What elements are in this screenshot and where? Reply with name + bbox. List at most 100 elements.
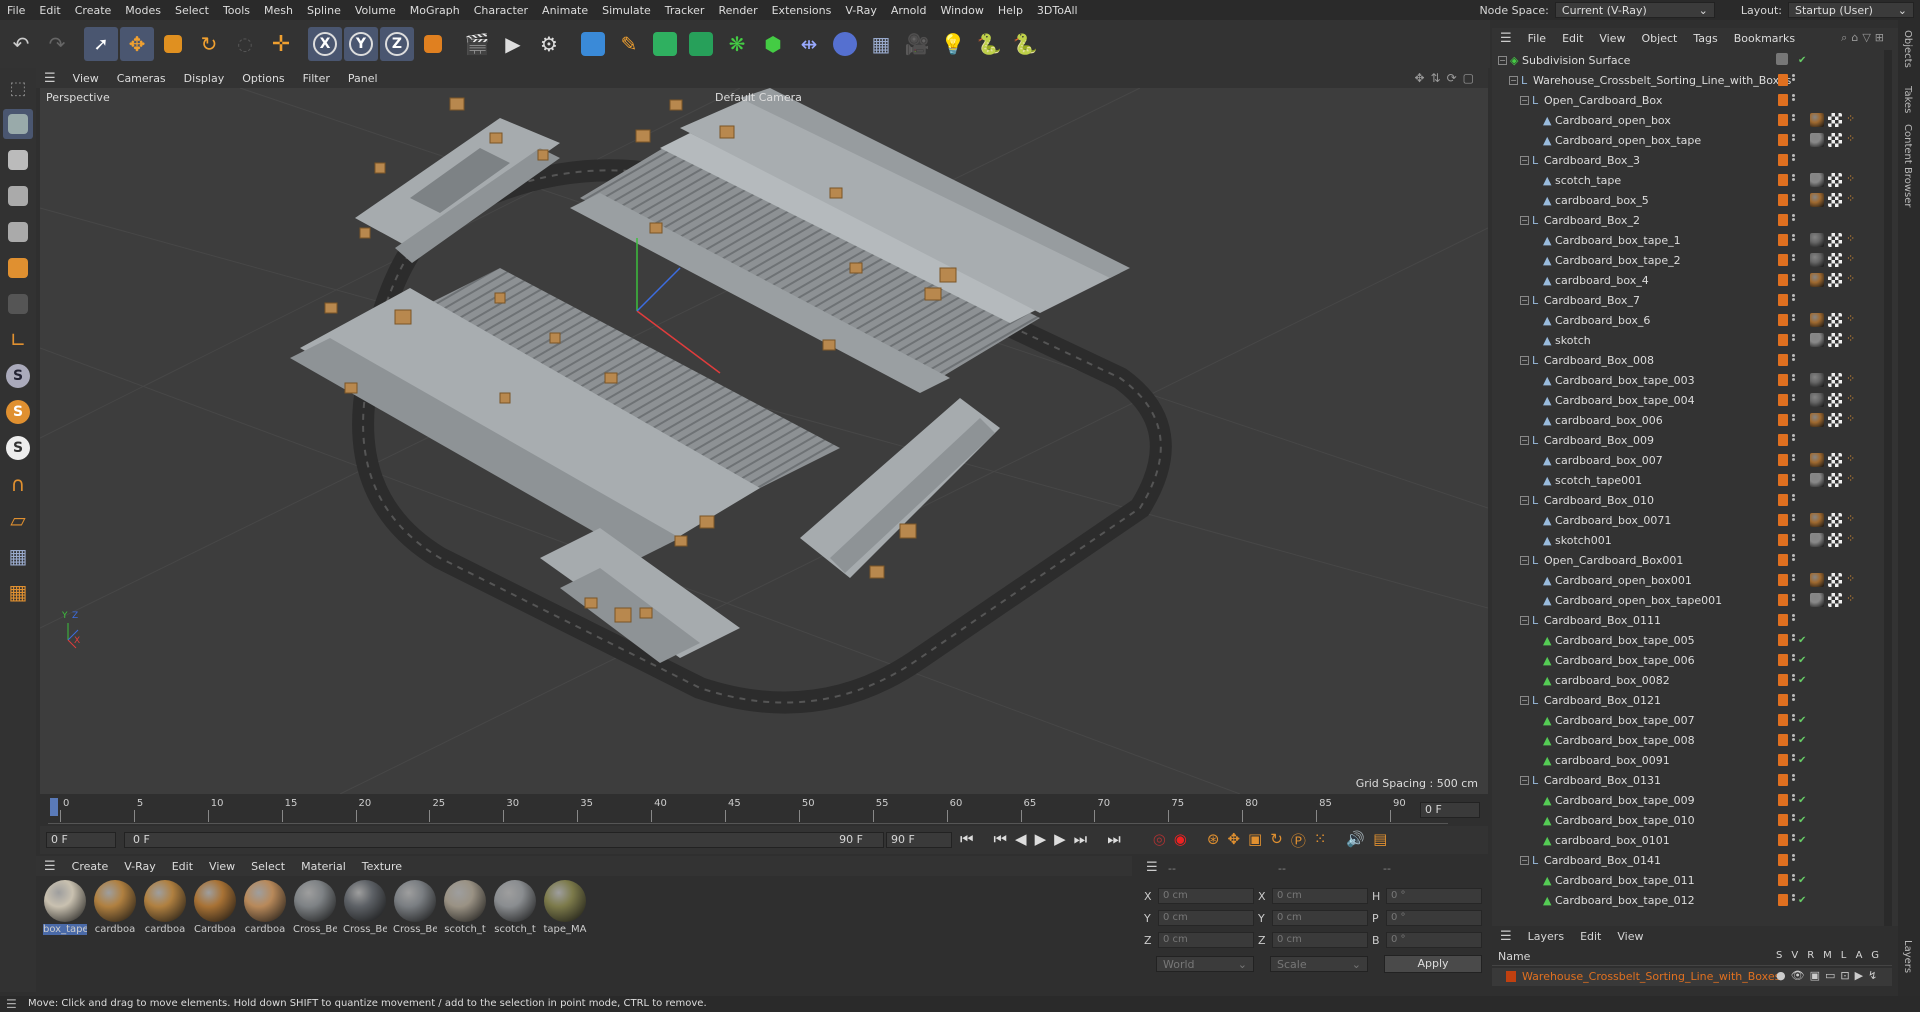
object-row[interactable]: ▲ Cardboard_open_box_tape ⁘ [1492, 130, 1882, 150]
cube-button[interactable] [576, 27, 610, 61]
layer-menu-edit[interactable]: Edit [1572, 930, 1609, 943]
object-row[interactable]: − L Cardboard_Box_0131 [1492, 770, 1882, 790]
object-row[interactable]: ▲ Cardboard_box_6 ⁘ [1492, 310, 1882, 330]
apply-button[interactable]: Apply [1384, 955, 1482, 973]
object-scrollbar[interactable] [1884, 50, 1892, 928]
snap-workplane-button[interactable]: S [3, 433, 33, 463]
viewport-menu-cameras[interactable]: Cameras [108, 72, 175, 85]
visibility-dots-icon[interactable] [1792, 713, 1796, 725]
layer-menu-layers[interactable]: Layers [1520, 930, 1572, 943]
object-row[interactable]: − L Open_Cardboard_Box001 [1492, 550, 1882, 570]
visibility-dots-icon[interactable] [1792, 233, 1796, 245]
selection-tag-icon[interactable]: ⁘ [1846, 192, 1855, 205]
rot-b-field[interactable]: 0 ° [1386, 932, 1482, 948]
select-tool-button[interactable]: ➚ [84, 27, 118, 61]
key-param-icon[interactable]: Ⓟ [1291, 830, 1306, 851]
scale-dropdown[interactable]: Scale ⌄ [1270, 956, 1368, 972]
selection-tag-icon[interactable]: ⁘ [1846, 172, 1855, 185]
visibility-dots-icon[interactable] [1792, 353, 1796, 365]
selection-tag-icon[interactable]: ⁘ [1846, 312, 1855, 325]
menu-mograph[interactable]: MoGraph [403, 4, 467, 17]
undo-button[interactable]: ↶ [4, 27, 38, 61]
size-y-field[interactable]: 0 cm [1272, 910, 1368, 926]
layer-color-icon[interactable] [1778, 314, 1788, 326]
first-frame-icon[interactable]: ⏮ [960, 830, 974, 851]
layer-color-icon[interactable] [1778, 254, 1788, 266]
make-editable-button[interactable]: ⬚ [3, 73, 33, 103]
menu-arnold[interactable]: Arnold [884, 4, 934, 17]
object-row[interactable]: − L Warehouse_Crossbelt_Sorting_Line_with_… [1492, 70, 1882, 90]
viewport-menu-options[interactable]: Options [233, 72, 293, 85]
camera-button[interactable]: 🎥 [900, 27, 934, 61]
object-row[interactable]: − L Cardboard_Box_2 [1492, 210, 1882, 230]
layer-color-icon[interactable] [1778, 294, 1788, 306]
visibility-dots-icon[interactable] [1792, 313, 1796, 325]
layer-color-icon[interactable] [1778, 374, 1788, 386]
visibility-dots-icon[interactable] [1792, 253, 1796, 265]
next-frame-icon[interactable]: ▶ [1054, 830, 1066, 851]
y-axis-button[interactable]: Y [344, 27, 378, 61]
expand-collapse-icon[interactable]: − [1520, 555, 1529, 565]
floor-button[interactable]: ▦ [864, 27, 898, 61]
mat-menu-create[interactable]: Create [64, 860, 117, 873]
expand-collapse-icon[interactable]: − [1520, 215, 1529, 225]
material-swatch[interactable]: cardboa [143, 880, 187, 942]
viewport-menu-view[interactable]: View [64, 72, 108, 85]
autokey-icon[interactable]: ◉ [1174, 830, 1187, 851]
enabled-check-icon[interactable]: ✔ [1798, 735, 1806, 746]
next-keyframe-icon[interactable]: ⏭ [1074, 830, 1088, 851]
expand-collapse-icon[interactable]: − [1520, 155, 1529, 165]
material-tag-icon[interactable] [1810, 273, 1824, 287]
layer-color-icon[interactable] [1778, 694, 1788, 706]
expand-collapse-icon[interactable]: − [1520, 775, 1529, 785]
material-tag-icon[interactable] [1810, 133, 1824, 147]
menu-file[interactable]: File [0, 4, 32, 17]
object-row[interactable]: ▲ skotch ⁘ [1492, 330, 1882, 350]
material-tag-icon[interactable] [1810, 193, 1824, 207]
visibility-dots-icon[interactable] [1792, 73, 1796, 85]
model-mode-button[interactable] [3, 109, 33, 139]
layer-color-icon[interactable] [1778, 594, 1788, 606]
obj-menu-object[interactable]: Object [1634, 32, 1686, 45]
object-row[interactable]: ▲ Cardboard_open_box_tape001 ⁘ [1492, 590, 1882, 610]
hamburger-icon[interactable]: ☰ [1492, 31, 1520, 46]
object-row[interactable]: ▲ scotch_tape001 ⁘ [1492, 470, 1882, 490]
visibility-dots-icon[interactable] [1792, 553, 1796, 565]
uvw-tag-icon[interactable] [1828, 313, 1842, 327]
tab-layers[interactable]: Layers [1902, 940, 1913, 973]
end-frame-field[interactable]: 90 F [886, 832, 952, 848]
menu-render[interactable]: Render [711, 4, 764, 17]
enabled-check-icon[interactable]: ✔ [1798, 755, 1806, 766]
python-generator-button[interactable]: 🐍 [1008, 27, 1042, 61]
record-active-icon[interactable]: ◎ [1153, 830, 1166, 851]
magnet-button[interactable]: ∩ [3, 469, 33, 499]
size-z-field[interactable]: 0 cm [1272, 932, 1368, 948]
layer-color-icon[interactable] [1778, 534, 1788, 546]
object-row[interactable]: − ◈ Subdivision Surface ✔ [1492, 50, 1882, 70]
layer-color-icon[interactable] [1778, 754, 1788, 766]
layer-color-icon[interactable] [1778, 674, 1788, 686]
material-tag-icon[interactable] [1810, 113, 1824, 127]
uvw-tag-icon[interactable] [1828, 473, 1842, 487]
uvw-tag-icon[interactable] [1828, 373, 1842, 387]
expand-collapse-icon[interactable]: − [1520, 95, 1529, 105]
viewport-camera-name[interactable]: Default Camera [715, 91, 802, 104]
material-swatch[interactable]: box_tape [43, 880, 87, 942]
light-button[interactable]: 💡 [936, 27, 970, 61]
layer-color-icon[interactable] [1778, 714, 1788, 726]
hamburger-icon[interactable]: ☰ [6, 996, 17, 1012]
object-row[interactable]: ▲ Cardboard_box_tape_012 ✔ [1492, 890, 1882, 910]
current-frame-field[interactable]: 0 F [1420, 802, 1480, 818]
hamburger-icon[interactable]: ☰ [1492, 929, 1520, 944]
visibility-dots-icon[interactable] [1792, 873, 1796, 885]
layer-color-icon[interactable] [1778, 614, 1788, 626]
object-row[interactable]: ▲ cardboard_box_007 ⁘ [1492, 450, 1882, 470]
viewport-nav-icons[interactable]: ✥⇅⟳▢ [1414, 71, 1488, 85]
uvw-tag-icon[interactable] [1828, 513, 1842, 527]
layer-color-icon[interactable] [1778, 194, 1788, 206]
edges-mode-button[interactable] [3, 217, 33, 247]
menu-mesh[interactable]: Mesh [257, 4, 300, 17]
layer-color-icon[interactable] [1778, 474, 1788, 486]
object-row[interactable]: ▲ Cardboard_box_tape_2 ⁘ [1492, 250, 1882, 270]
visibility-dots-icon[interactable] [1792, 373, 1796, 385]
